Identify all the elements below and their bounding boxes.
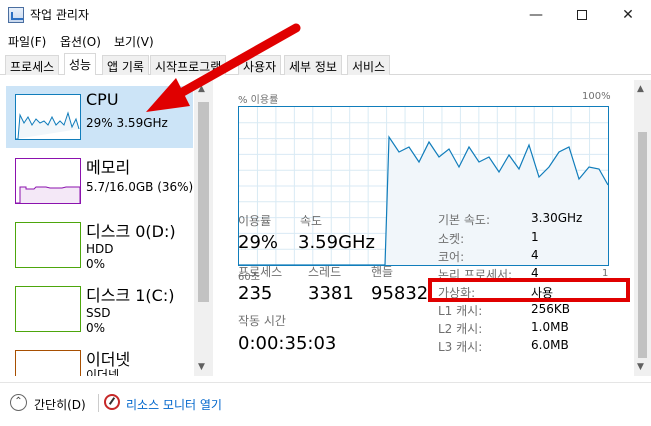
uptime-label: 작동 시간 (238, 314, 286, 328)
resource-monitor-icon[interactable] (104, 394, 120, 410)
detail-key: L2 캐시: (438, 322, 483, 336)
scroll-thumb[interactable] (638, 132, 647, 358)
highlight-box (428, 278, 630, 302)
speed-label: 속도 (300, 214, 323, 228)
resource-item-disk1[interactable]: 디스크 1(C:) SSD 0% (6, 278, 193, 340)
graph-ymax-label: 100% (582, 91, 611, 102)
resource-monitor-link[interactable]: 리소스 모니터 열기 (126, 396, 222, 413)
graph-ylabel: % 이용률 (238, 95, 279, 106)
scroll-up-icon[interactable]: ▲ (637, 84, 644, 94)
process-value: 235 (238, 283, 273, 304)
cpu-usage-graph (238, 106, 609, 266)
usage-label: 이용률 (238, 214, 272, 228)
thread-value: 3381 (308, 283, 354, 304)
title-bar: 작업 관리자 — ✕ (0, 0, 651, 30)
tab-users[interactable]: 사용자 (238, 55, 282, 75)
scroll-up-icon[interactable]: ▲ (198, 84, 205, 94)
usage-value: 29% (238, 232, 279, 253)
scroll-down-icon[interactable]: ▼ (198, 362, 205, 372)
memory-thumbnail (15, 158, 81, 204)
disk1-thumbnail (15, 286, 81, 332)
detail-key: 소켓: (438, 232, 465, 246)
resource-sub: 이더넷 (86, 368, 120, 376)
resource-sub2: 0% (86, 257, 106, 271)
thread-label: 스레드 (308, 265, 342, 279)
menu-file[interactable]: 파일(F) (8, 33, 46, 50)
detail-value: 1 (531, 230, 539, 244)
scroll-down-icon[interactable]: ▼ (637, 362, 644, 372)
resource-item-ethernet[interactable]: 이더넷 이더넷 (6, 342, 193, 376)
detail-value: 6.0MB (531, 338, 569, 352)
tab-startup[interactable]: 시작프로그램 (150, 55, 227, 75)
maximize-button[interactable] (559, 0, 605, 30)
scroll-thumb[interactable] (198, 102, 209, 302)
minimize-button[interactable]: — (513, 0, 559, 30)
main-scrollbar[interactable]: ▲ ▼ (634, 80, 651, 376)
uptime-value: 0:00:35:03 (238, 333, 337, 354)
tab-processes[interactable]: 프로세스 (5, 55, 60, 75)
sidebar-scrollbar[interactable]: ▲ ▼ (194, 80, 213, 376)
menu-view[interactable]: 보기(V) (114, 33, 154, 50)
tab-bar: 프로세스 성능 앱 기록 시작프로그램 사용자 세부 정보 서비스 (0, 53, 651, 75)
speed-value: 3.59GHz (298, 232, 376, 253)
ethernet-thumbnail (15, 350, 81, 376)
resource-item-memory[interactable]: 메모리 5.7/16.0GB (36%) (6, 150, 193, 212)
resource-title: CPU (86, 90, 119, 109)
detail-value: 3.30GHz (531, 211, 583, 225)
menu-options[interactable]: 옵션(O) (60, 33, 101, 50)
tab-performance[interactable]: 성능 (64, 53, 97, 75)
resource-sub2: 0% (86, 321, 106, 335)
window-title: 작업 관리자 (30, 8, 90, 22)
resource-title: 디스크 1(C:) (86, 286, 175, 305)
divider (98, 394, 99, 412)
task-manager-icon (8, 7, 24, 23)
detail-key: L3 캐시: (438, 340, 483, 354)
tab-details[interactable]: 세부 정보 (284, 55, 342, 75)
tab-services[interactable]: 서비스 (347, 55, 391, 75)
resource-title: 디스크 0(D:) (86, 222, 176, 241)
cpu-usage-chart (239, 107, 609, 266)
detail-key: 코어: (438, 250, 465, 264)
maximize-icon (577, 10, 587, 20)
collapse-chevron-icon[interactable]: ⌃ (10, 394, 27, 411)
resource-sub: 29% 3.59GHz (86, 116, 168, 130)
resource-list: CPU 29% 3.59GHz 메모리 5.7/16.0GB (36%) 디스크… (0, 80, 213, 376)
cpu-detail-panel: % 이용률 100% 60초 1 이용률 속도 29% 3.59GHz 프로세스… (216, 80, 634, 376)
resource-sub: SSD (86, 306, 111, 320)
cpu-thumbnail (15, 94, 81, 140)
detail-value: 1.0MB (531, 320, 569, 334)
handle-label: 핸들 (371, 265, 394, 279)
bottom-bar: ⌃ 간단히(D) 리소스 모니터 열기 (0, 382, 651, 426)
detail-value: 256KB (531, 302, 571, 316)
detail-value: 4 (531, 248, 539, 262)
collapse-button[interactable]: 간단히(D) (34, 396, 86, 413)
tab-app-history[interactable]: 앱 기록 (102, 55, 149, 75)
resource-sub: 5.7/16.0GB (36%) (86, 180, 194, 194)
disk0-thumbnail (15, 222, 81, 268)
handle-value: 95832 (371, 283, 429, 304)
detail-key: L1 캐시: (438, 304, 483, 318)
detail-key: 기본 속도: (438, 213, 491, 227)
resource-sub: HDD (86, 242, 114, 256)
process-label: 프로세스 (238, 265, 283, 279)
resource-item-disk0[interactable]: 디스크 0(D:) HDD 0% (6, 214, 193, 276)
close-button[interactable]: ✕ (605, 0, 651, 30)
resource-item-cpu[interactable]: CPU 29% 3.59GHz (6, 86, 193, 148)
resource-title: 메모리 (86, 158, 131, 177)
